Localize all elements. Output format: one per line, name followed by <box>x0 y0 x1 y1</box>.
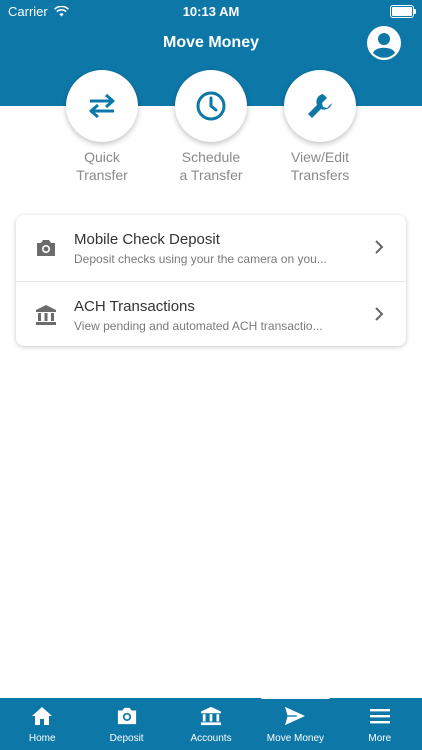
tab-label: Move Money <box>266 733 325 744</box>
tab-bar: Home Deposit Accounts Move Money More <box>0 696 422 750</box>
wrench-icon <box>308 94 332 118</box>
row-title: Mobile Check Deposit <box>74 231 220 248</box>
quick-transfer-button[interactable]: Quick Transfer <box>47 70 157 184</box>
tab-label: Home <box>28 733 56 744</box>
bank-icon <box>36 305 56 325</box>
view-edit-transfers-button[interactable]: View/Edit Transfers <box>265 70 375 184</box>
home-icon <box>32 707 53 725</box>
ach-transactions-row[interactable]: ACH Transactions View pending and automa… <box>16 281 406 347</box>
tab-home[interactable]: Home <box>0 698 84 750</box>
status-bar: Carrier 10:13 AM <box>0 0 422 22</box>
mobile-check-deposit-row[interactable]: Mobile Check Deposit Deposit checks usin… <box>16 215 406 280</box>
tab-move-money[interactable]: Move Money <box>253 696 337 750</box>
tab-more[interactable]: More <box>338 698 422 750</box>
swap-arrows-icon <box>89 93 115 119</box>
battery-icon <box>390 5 416 18</box>
profile-icon[interactable] <box>366 25 402 61</box>
schedule-transfer-label: Schedule a Transfer <box>179 149 243 183</box>
chevron-right-icon <box>375 240 384 254</box>
schedule-transfer-button[interactable]: Schedule a Transfer <box>156 70 266 184</box>
quick-transfer-label: Quick Transfer <box>76 149 128 183</box>
quick-actions: Quick Transfer Schedule a Transfer View/… <box>0 70 422 190</box>
camera-icon <box>37 240 55 256</box>
tab-label: Deposit <box>109 733 144 744</box>
menu-icon <box>369 709 390 724</box>
chevron-right-icon <box>375 307 384 321</box>
tab-label: More <box>368 733 392 744</box>
view-edit-transfers-label: View/Edit Transfers <box>290 149 350 183</box>
clock-icon <box>196 91 226 121</box>
clock-time: 10:13 AM <box>182 4 240 19</box>
row-title: ACH Transactions <box>74 298 195 315</box>
page-title: Move Money <box>162 34 259 51</box>
tab-label: Accounts <box>190 733 232 744</box>
camera-icon <box>117 707 136 725</box>
tab-accounts[interactable]: Accounts <box>169 698 253 750</box>
row-subtitle: Deposit checks using your the camera on … <box>74 252 327 266</box>
tab-deposit[interactable]: Deposit <box>84 698 168 750</box>
options-card: Mobile Check Deposit Deposit checks usin… <box>16 215 406 346</box>
paper-plane-icon <box>285 706 306 726</box>
row-subtitle: View pending and automated ACH transacti… <box>74 319 323 333</box>
bank-icon <box>201 706 222 726</box>
